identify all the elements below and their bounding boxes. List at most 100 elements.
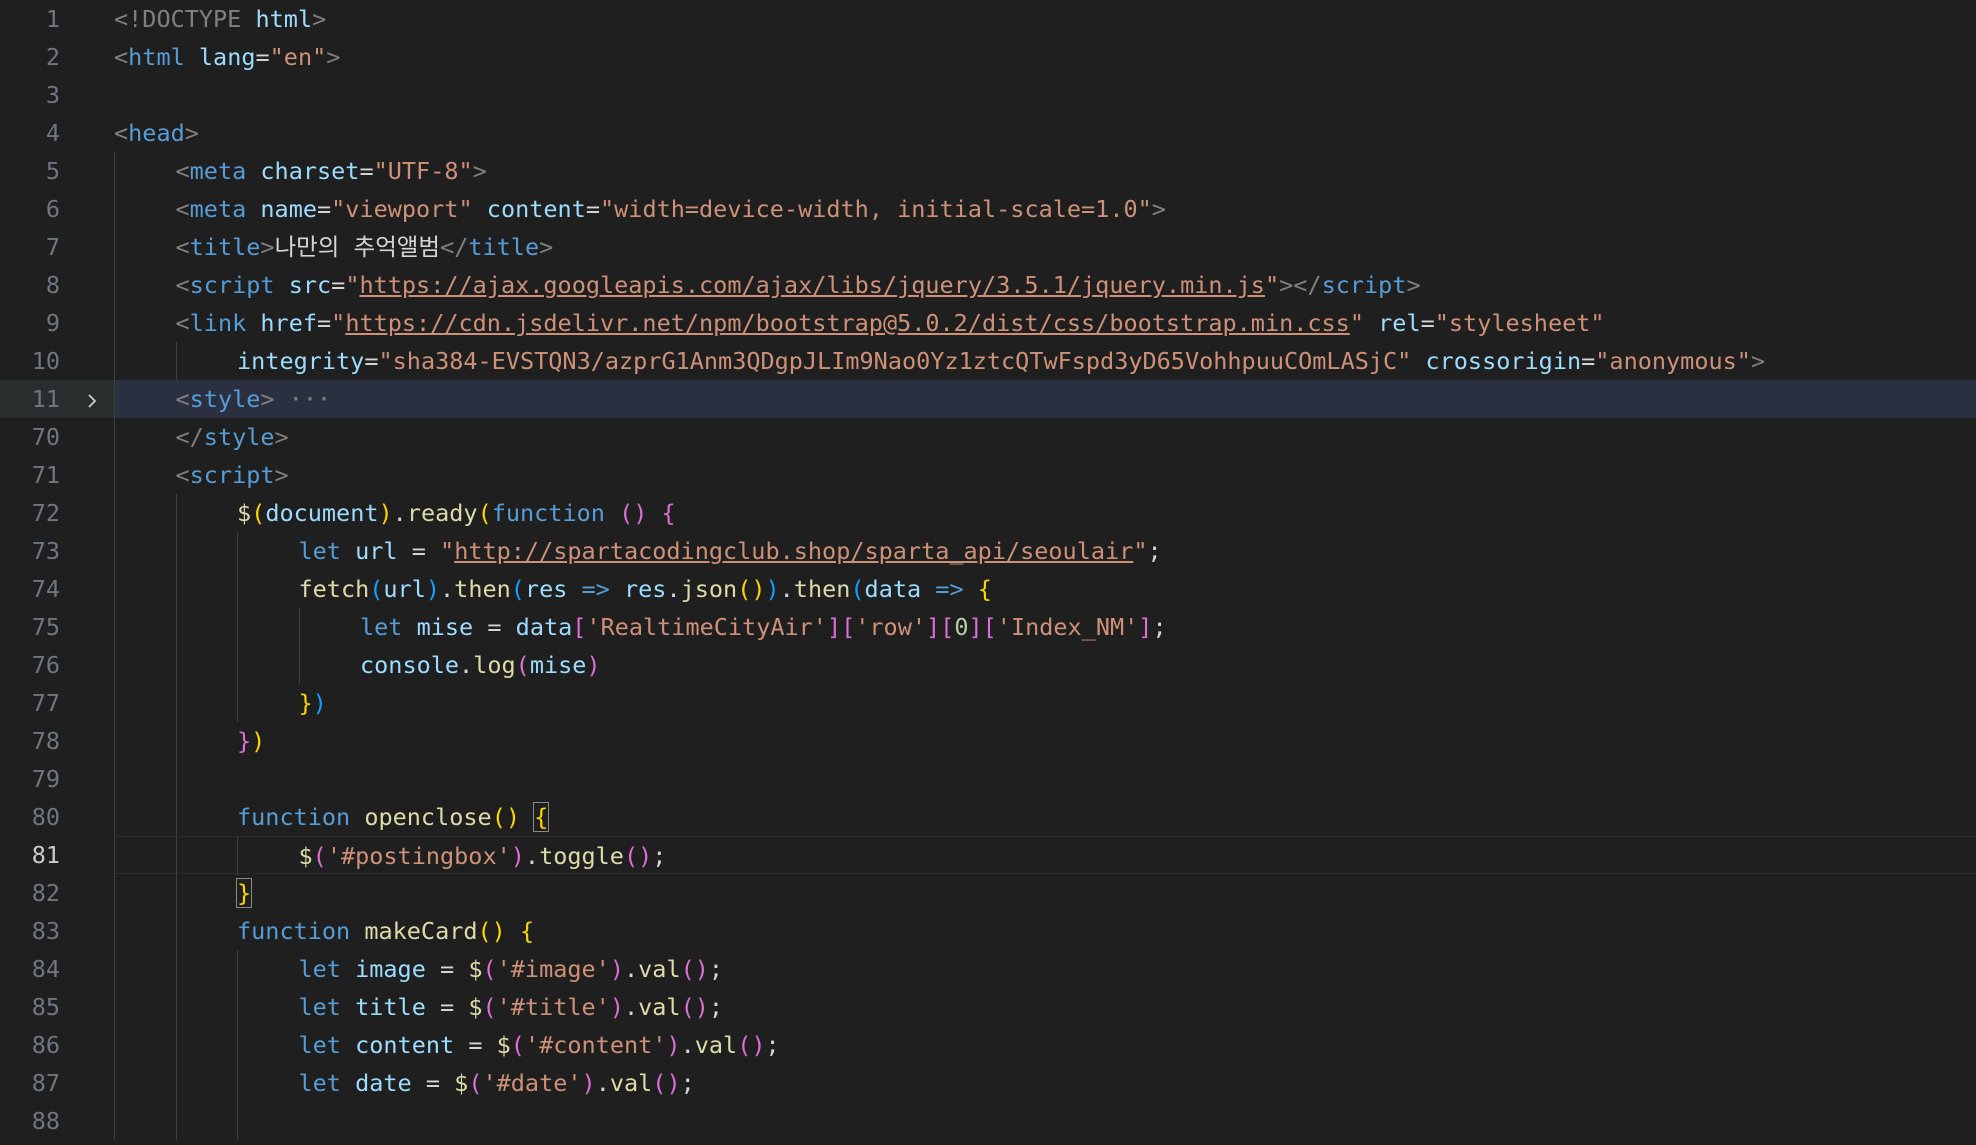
code-tokens: <html lang="en"> xyxy=(114,38,340,76)
code-line[interactable]: 74 fetch(url).then(res => res.json()).the… xyxy=(0,570,1976,608)
code-token: https://cdn.jsdelivr.net/npm/bootstrap@5… xyxy=(345,309,1350,337)
code-text[interactable]: function openclose() { xyxy=(114,798,1976,836)
code-text[interactable]: </style> xyxy=(114,418,1976,456)
chevron-right-icon[interactable] xyxy=(80,380,104,418)
code-line[interactable]: 85 let title = $('#title').val(); xyxy=(0,988,1976,1026)
code-text[interactable]: console.log(mise) xyxy=(114,646,1976,684)
code-text[interactable]: let date = $('#date').val(); xyxy=(114,1064,1976,1102)
code-line[interactable]: 79 xyxy=(0,760,1976,798)
code-line[interactable]: 8 <script src="https://ajax.googleapis.co… xyxy=(0,266,1976,304)
code-token: image xyxy=(355,955,426,983)
code-text[interactable]: $('#postingbox').toggle(); xyxy=(114,836,1976,875)
indent-guide xyxy=(114,418,115,456)
code-token: . xyxy=(623,955,639,983)
code-token: } xyxy=(235,878,253,908)
code-token: . xyxy=(524,842,540,870)
code-line[interactable]: 1 <!DOCTYPE html> xyxy=(0,0,1976,38)
code-line[interactable]: 10 integrity="sha384-EVSTQN3/azprG1Anm3QD… xyxy=(0,342,1976,380)
code-token: " xyxy=(440,537,455,565)
code-token: ( xyxy=(510,1031,525,1059)
code-text[interactable] xyxy=(114,1102,1976,1140)
code-line[interactable]: 76 console.log(mise) xyxy=(0,646,1976,684)
indent-guide xyxy=(114,874,115,912)
code-token: = xyxy=(425,1069,441,1097)
code-token: = xyxy=(364,347,379,375)
code-text[interactable]: <script> xyxy=(114,456,1976,494)
code-token: html xyxy=(128,43,185,71)
indent-guide xyxy=(175,798,177,836)
indent-guide xyxy=(114,760,115,798)
code-token: ) xyxy=(510,842,525,870)
code-line[interactable]: 71 <script> xyxy=(0,456,1976,494)
code-line[interactable]: 88 xyxy=(0,1102,1976,1140)
indent-guide xyxy=(237,684,238,722)
code-token: () xyxy=(623,842,653,870)
code-line[interactable]: 86 let content = $('#content').val(); xyxy=(0,1026,1976,1064)
code-text[interactable]: fetch(url).then(res => res.json()).then(… xyxy=(114,570,1976,608)
code-text[interactable] xyxy=(114,760,1976,798)
code-token: ; xyxy=(680,1069,695,1097)
code-text[interactable]: <meta charset="UTF-8"> xyxy=(114,152,1976,190)
code-token: = xyxy=(1581,347,1596,375)
indent-guide xyxy=(175,1102,177,1140)
code-token: $ xyxy=(298,842,313,870)
code-text[interactable]: let url = "http://spartacodingclub.shop/… xyxy=(114,532,1976,570)
code-token: content xyxy=(355,1031,455,1059)
code-text[interactable]: let mise = data['RealtimeCityAir']['row'… xyxy=(114,608,1976,646)
code-line[interactable]: 80 function openclose() { xyxy=(0,798,1976,836)
code-tokens: }) xyxy=(237,722,265,760)
code-token: 0 xyxy=(954,613,969,641)
code-line[interactable]: 75 let mise = data['RealtimeCityAir']['ro… xyxy=(0,608,1976,646)
code-line[interactable]: 5 <meta charset="UTF-8"> xyxy=(0,152,1976,190)
code-token: ( xyxy=(515,651,530,679)
code-line[interactable]: 6 <meta name="viewport" content="width=de… xyxy=(0,190,1976,228)
code-tokens: let url = "http://spartacodingclub.shop/… xyxy=(299,532,1162,570)
code-text[interactable]: <!DOCTYPE html> xyxy=(114,0,1976,38)
code-token: ) xyxy=(581,1069,596,1097)
code-text[interactable]: let image = $('#image').val(); xyxy=(114,950,1976,988)
code-editor[interactable]: 1 <!DOCTYPE html> 2 <html lang="en"> 3 4 <head… xyxy=(0,0,1976,1145)
code-line[interactable]: 77}) xyxy=(0,684,1976,722)
code-token: makeCard xyxy=(364,917,478,945)
code-line[interactable]: 3 xyxy=(0,76,1976,114)
code-text[interactable]: <head> xyxy=(114,114,1976,152)
code-text[interactable]: integrity="sha384-EVSTQN3/azprG1Anm3QDgp… xyxy=(114,342,1976,380)
code-token: . xyxy=(666,575,681,603)
code-line[interactable]: 9 <link href="https://cdn.jsdelivr.net/np… xyxy=(0,304,1976,342)
code-text[interactable]: <style> ··· xyxy=(114,380,1976,418)
code-line[interactable]: 78}) xyxy=(0,722,1976,760)
code-text[interactable]: } xyxy=(114,874,1976,912)
code-line[interactable]: 87 let date = $('#date').val(); xyxy=(0,1064,1976,1102)
code-text[interactable]: <html lang="en"> xyxy=(114,38,1976,76)
code-line[interactable]: 73 let url = "http://spartacodingclub.sho… xyxy=(0,532,1976,570)
code-text[interactable]: $(document).ready(function () { xyxy=(114,494,1976,532)
code-line[interactable]: 7 <title>나만의 추억앨범</title> xyxy=(0,228,1976,266)
code-text[interactable]: }) xyxy=(114,684,1976,722)
code-line[interactable]: 72 $(document).ready(function () { xyxy=(0,494,1976,532)
code-line[interactable]: 11 <style> ··· xyxy=(0,380,1976,418)
code-text[interactable]: let title = $('#title').val(); xyxy=(114,988,1976,1026)
code-token: rel xyxy=(1378,309,1421,337)
code-line[interactable]: 82} xyxy=(0,874,1976,912)
code-text[interactable]: }) xyxy=(114,722,1976,760)
code-token: "UTF-8" xyxy=(373,157,473,185)
code-line[interactable]: 81 $('#postingbox').toggle(); xyxy=(0,836,1976,875)
code-line[interactable]: 70 </style> xyxy=(0,418,1976,456)
code-line[interactable]: 4 <head> xyxy=(0,114,1976,152)
code-token: { xyxy=(977,575,992,603)
code-line[interactable]: 2 <html lang="en"> xyxy=(0,38,1976,76)
code-text[interactable]: <meta name="viewport" content="width=dev… xyxy=(114,190,1976,228)
code-line[interactable]: 83 function makeCard() { xyxy=(0,912,1976,950)
code-text[interactable]: <link href="https://cdn.jsdelivr.net/npm… xyxy=(114,304,1976,342)
code-token: > xyxy=(274,461,289,489)
code-text[interactable]: function makeCard() { xyxy=(114,912,1976,950)
code-text[interactable] xyxy=(114,76,1976,114)
code-line[interactable]: 84 let image = $('#image').val(); xyxy=(0,950,1976,988)
code-text[interactable]: let content = $('#content').val(); xyxy=(114,1026,1976,1064)
code-token: "en" xyxy=(269,43,327,71)
indent-guide xyxy=(114,646,115,684)
code-text[interactable]: <title>나만의 추억앨범</title> xyxy=(114,228,1976,266)
code-text[interactable]: <script src="https://ajax.googleapis.com… xyxy=(114,266,1976,304)
